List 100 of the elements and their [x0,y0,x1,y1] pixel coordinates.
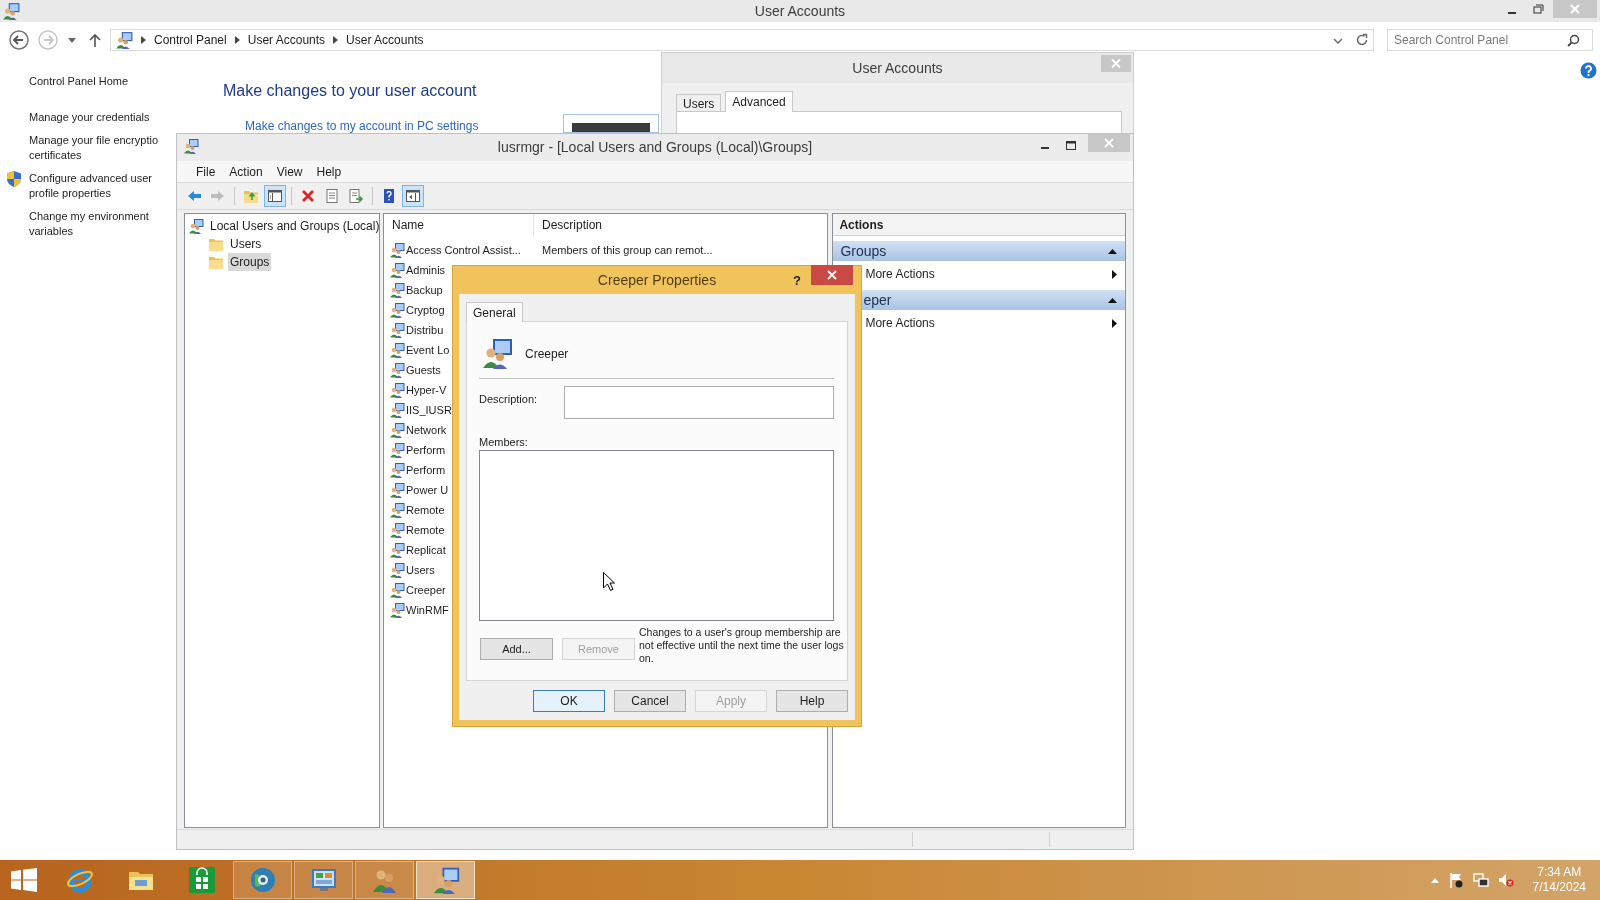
table-cell[interactable]: Users [406,564,435,576]
table-cell[interactable]: IIS_IUSR [406,404,452,416]
chevron-right-icon [234,36,240,44]
group-icon [389,302,405,318]
help-button[interactable]: ? [793,271,801,291]
breadcrumb-item[interactable]: User Accounts [247,31,326,49]
table-cell[interactable]: Network [406,424,447,436]
tree-item[interactable]: Local Users and Groups (Local) [208,217,382,235]
collapse-icon[interactable] [1108,297,1117,303]
menu-item[interactable]: File [189,162,223,181]
table-cell[interactable]: Replicat [406,544,446,556]
tree-item[interactable]: Users [228,235,264,253]
breadcrumb-item[interactable]: User Accounts [346,31,424,49]
table-cell[interactable]: Cryptog [406,304,445,316]
dialog-title: User Accounts [852,58,943,78]
action-link[interactable]: More Actions [865,314,935,332]
section-title: Groups [839,241,887,261]
network-icon[interactable] [1472,872,1489,888]
action-link[interactable]: More Actions [865,265,935,283]
group-icon [389,602,405,618]
window-title: User Accounts [754,1,846,21]
dialog-button[interactable]: OK [533,690,605,712]
table-cell[interactable]: Creeper [406,584,446,596]
collapse-icon[interactable] [1108,248,1117,254]
group-icon [389,582,405,598]
search-field[interactable]: Search Control Panel [1387,29,1593,51]
column-header[interactable]: Name [384,214,534,236]
close-button[interactable] [811,265,853,285]
taskbar-button[interactable] [294,861,353,899]
table-cell[interactable]: Remote [406,524,445,536]
section-header[interactable]: Groups [833,241,1125,261]
back-button[interactable] [8,29,30,51]
up-arrow-icon[interactable] [89,33,101,47]
table-cell[interactable]: Hyper-V [406,384,447,396]
shopping-bag-icon[interactable] [187,866,216,894]
tab[interactable]: General [466,302,523,322]
table-cell[interactable]: Perform [406,464,446,476]
group-icon [389,402,405,418]
group-icon [389,562,405,578]
table-cell[interactable]: Access Control Assist... [406,244,521,256]
menu-item[interactable]: View [269,162,310,181]
group-icon [389,522,405,538]
taskbar-button[interactable] [355,861,414,899]
table-cell[interactable]: Power U [406,484,449,496]
taskbar-button[interactable] [416,861,475,899]
group-icon [389,422,405,438]
table-cell[interactable]: Backup [406,284,443,296]
nav-link[interactable]: Manage your credentials [29,110,158,125]
nav-link[interactable]: Manage your file encryptio certificates [29,133,158,163]
table-cell[interactable]: Distribu [406,324,444,336]
table-cell[interactable]: Guests [406,364,441,376]
description-field[interactable] [564,386,834,419]
pointer-icon [603,572,615,591]
group-icon [389,322,405,338]
breadcrumb-item[interactable]: Control Panel [154,31,227,49]
chevron-up-icon[interactable] [1430,877,1439,883]
dropdown-caret-icon[interactable] [1333,38,1343,44]
table-cell[interactable]: Remote [406,504,445,516]
group-icon [389,342,405,358]
nav-link[interactable]: Configure advanced user profile properties [29,171,158,201]
group-icon [389,362,405,378]
dialog-button[interactable]: Help [776,690,848,712]
tab[interactable]: Advanced [725,91,793,112]
nav-link[interactable]: Change my environment variables [29,209,158,239]
refresh-icon[interactable] [1355,33,1369,47]
tree-item[interactable]: Groups [228,253,272,271]
speaker-muted-icon[interactable] [1497,872,1514,888]
dialog-button[interactable]: Cancel [614,690,686,712]
table-cell[interactable]: Adminis [406,264,446,276]
group-icon [389,282,405,298]
group-name: Creeper [525,346,569,363]
settings-link[interactable]: Make changes to my account in PC settings [245,119,479,133]
table-cell[interactable]: Perform [406,444,446,456]
nav-link[interactable]: Control Panel Home [29,74,158,89]
pane-header: Actions [833,214,1125,236]
column-header[interactable]: Description [534,214,603,236]
table-cell[interactable]: Event Lo [406,344,450,356]
menu-item[interactable]: Help [309,162,349,181]
group-icon [389,542,405,558]
menu-item[interactable]: Action [222,162,270,181]
address-field[interactable]: Control Panel User Accounts User Accounts [110,29,1374,51]
action-pane-icon[interactable] [402,185,424,207]
flag-icon[interactable] [1447,872,1464,888]
control-panel-icon [309,866,338,894]
caret-icon[interactable] [68,38,76,43]
taskbar-button[interactable] [233,861,292,899]
help-icon[interactable] [1580,62,1597,79]
group-icon [389,482,405,498]
table-cell[interactable]: WinRMF [406,604,449,616]
search-icon[interactable] [1567,34,1580,47]
group-icon [389,442,405,458]
group-icon [389,382,405,398]
tab[interactable]: Users [676,94,722,112]
dialog-button[interactable]: Add... [480,638,553,660]
group-icon [389,242,405,258]
submenu-arrow-icon [1112,318,1117,328]
users-computer-icon [431,866,460,894]
start-icon[interactable] [11,868,37,892]
tree-pane-icon[interactable] [264,185,286,207]
shield-icon [7,171,21,187]
